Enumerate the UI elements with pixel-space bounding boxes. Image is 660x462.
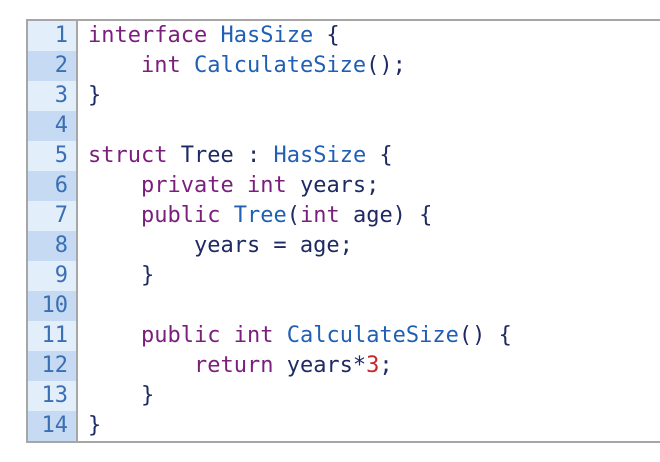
code-token: struct — [88, 143, 168, 168]
line-number: 11 — [28, 321, 76, 351]
line-number: 8 — [28, 231, 76, 261]
code-token: return — [193, 353, 274, 378]
code-editor[interactable]: 1 interface HasSize {2 int CalculateSize(… — [26, 19, 660, 443]
code-line: 9 } — [28, 261, 660, 291]
code-line: 10 — [28, 291, 660, 321]
code-token: age) { — [339, 203, 433, 228]
code-text: return years*3; — [88, 351, 393, 381]
code-text: private int years; — [88, 171, 379, 201]
code-token: HasSize — [220, 23, 314, 48]
code-token: int — [140, 53, 181, 78]
code-text: struct Tree : HasSize { — [88, 141, 393, 171]
code-token: public — [140, 203, 221, 228]
code-line: 14} — [28, 411, 660, 441]
code-line: 13 } — [28, 381, 660, 411]
code-line: 11 public int CalculateSize() { — [28, 321, 660, 351]
code-text: public Tree(int age) { — [88, 201, 432, 231]
code-text: int CalculateSize(); — [88, 51, 406, 81]
code-line: 7 public Tree(int age) { — [28, 201, 660, 231]
line-number: 7 — [28, 201, 76, 231]
code-token: Tree — [180, 143, 234, 168]
code-token: private — [140, 173, 234, 198]
code-line: 3} — [28, 81, 660, 111]
code-token: } — [88, 263, 155, 288]
code-text: public int CalculateSize() { — [88, 321, 512, 351]
code-token: ( — [286, 203, 300, 228]
line-number: 5 — [28, 141, 76, 171]
code-line: 5 struct Tree : HasSize { — [28, 141, 660, 171]
line-number: 12 — [28, 351, 76, 381]
code-token: } — [88, 83, 102, 108]
line-number: 3 — [28, 81, 76, 111]
line-number: 14 — [28, 411, 76, 441]
code-line: 1 interface HasSize { — [28, 21, 660, 51]
line-number: 1 — [28, 21, 76, 51]
code-token: CalculateSize — [286, 323, 459, 348]
code-line: 2 int CalculateSize(); — [28, 51, 660, 81]
code-token: HasSize — [273, 143, 367, 168]
code-token: : — [233, 143, 274, 168]
code-line: 4 — [28, 111, 660, 141]
code-token: public — [140, 323, 221, 348]
code-token: CalculateSize — [193, 53, 367, 78]
code-token: ; — [379, 353, 393, 378]
code-line: 8 years = age; — [28, 231, 660, 261]
code-text: } — [88, 381, 154, 411]
code-text: years = age; — [88, 231, 353, 261]
code-token: } — [88, 383, 155, 408]
code-text: } — [88, 81, 101, 111]
code-line: 12 return years*3; — [28, 351, 660, 381]
code-token: () { — [458, 323, 512, 348]
code-token: interface — [88, 23, 208, 48]
code-token: 3 — [366, 353, 380, 378]
line-number: 6 — [28, 171, 76, 201]
code-token: int — [233, 323, 274, 348]
code-token: } — [88, 413, 102, 438]
code-token: years* — [273, 353, 367, 378]
line-number: 9 — [28, 261, 76, 291]
code-token: years; — [286, 173, 380, 198]
code-token: { — [313, 23, 340, 48]
code-token: { — [366, 143, 393, 168]
line-number: 2 — [28, 51, 76, 81]
code-line: 6 private int years; — [28, 171, 660, 201]
line-number: 13 — [28, 381, 76, 411]
code-text: } — [88, 261, 154, 291]
code-text: } — [88, 411, 101, 441]
line-number: 10 — [28, 291, 76, 321]
code-text: interface HasSize { — [88, 21, 340, 51]
code-token: Tree — [233, 203, 287, 228]
code-token: (); — [366, 53, 406, 78]
code-token: int — [299, 203, 340, 228]
code-token: int — [246, 173, 287, 198]
line-number: 4 — [28, 111, 76, 141]
code-token: years = age; — [88, 233, 353, 258]
